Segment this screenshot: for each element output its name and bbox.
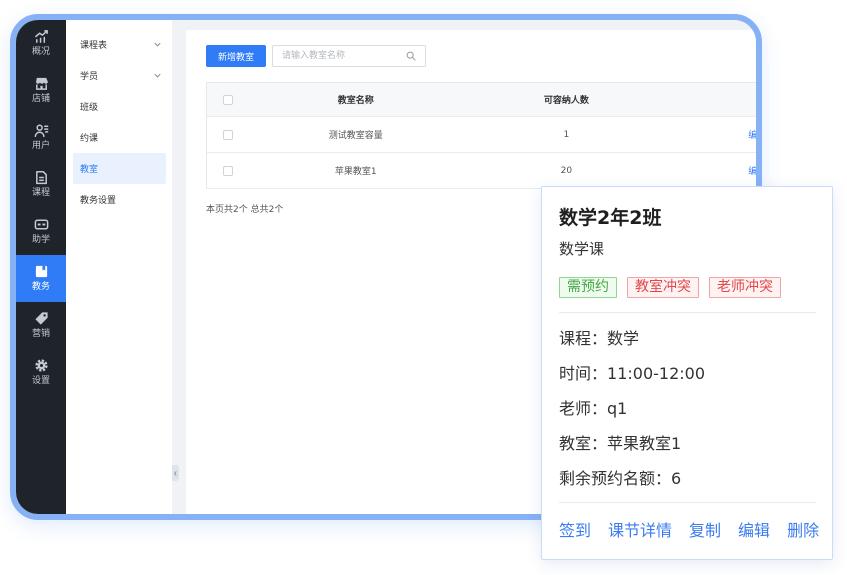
nav-item-label: 用户 — [31, 141, 50, 151]
tag-teacher-conflict: 老师冲突 — [709, 277, 781, 298]
detail-classroom: 教室：苹果教室1 — [559, 426, 705, 461]
chevron-down-icon[interactable] — [153, 71, 162, 80]
detail-label: 老师： — [559, 399, 608, 418]
subnav-item-classrooms[interactable]: 教室 — [73, 153, 166, 184]
gear-icon — [34, 358, 49, 373]
row-edit-link[interactable]: 编辑 — [670, 117, 756, 152]
table-header-row: 教室名称 可容纳人数 — [207, 83, 756, 117]
nav-item-label: 教务 — [31, 282, 50, 292]
chevron-left-icon — [173, 469, 178, 478]
chevron-down-icon[interactable] — [153, 40, 162, 49]
detail-remaining-seats: 剩余预约名额：6 — [559, 461, 705, 496]
nav-item-label: 设置 — [31, 376, 50, 386]
checkbox-cell — [207, 153, 249, 188]
detail-label: 时间： — [559, 364, 608, 383]
pagination-summary: 本页共2个 总共2个 — [206, 205, 284, 215]
column-header-capacity: 可容纳人数 — [543, 96, 589, 106]
subnav-item-label: 学员 — [80, 72, 99, 82]
lesson-detail-popup: 数学2年2班 数学课 需预约 教室冲突 老师冲突 课程：数学 时间：11:00-… — [541, 186, 833, 560]
column-header-name: 教室名称 — [337, 96, 374, 106]
nav-item-label: 概况 — [31, 47, 50, 57]
nav-item-label: 营销 — [31, 329, 50, 339]
nav-item-overview[interactable]: 概况 — [16, 20, 66, 67]
nav-item-settings[interactable]: 设置 — [16, 349, 66, 396]
nav-item-label: 店铺 — [31, 94, 50, 104]
checkbox-cell — [207, 117, 249, 152]
nav-item-shop[interactable]: 店铺 — [16, 67, 66, 114]
course-doc-icon — [34, 170, 49, 185]
detail-value: 6 — [671, 469, 682, 488]
edit-link[interactable]: 编辑 — [738, 519, 770, 543]
classroom-name-cell: 测试教室容量 — [328, 131, 383, 141]
main-sidebar: 概况 店铺 用户 课程 助学 教务 营销 设置 — [16, 20, 66, 514]
detail-label: 剩余预约名额： — [559, 469, 672, 488]
row-edit-link[interactable]: 编辑 — [670, 153, 756, 188]
classroom-search — [272, 45, 426, 67]
subnav-collapse-handle[interactable] — [172, 465, 179, 481]
subnav-item-schedule[interactable]: 课程表 — [73, 29, 166, 60]
row-checkbox[interactable] — [222, 165, 233, 176]
shop-icon — [34, 76, 49, 91]
subnav-item-label: 教务设置 — [80, 196, 117, 206]
add-classroom-button[interactable]: 新增教室 — [206, 45, 266, 67]
subnav-item-bookings[interactable]: 约课 — [73, 122, 166, 153]
capacity-cell: 20 — [560, 165, 573, 176]
nav-item-marketing[interactable]: 营销 — [16, 302, 66, 349]
copy-link[interactable]: 复制 — [689, 519, 721, 543]
lesson-actions: 签到 课节详情 复制 编辑 删除 — [559, 519, 819, 543]
detail-value: 数学 — [607, 329, 640, 348]
nav-item-courses[interactable]: 课程 — [16, 161, 66, 208]
detail-course: 课程：数学 — [559, 321, 705, 356]
subnav-item-label: 约课 — [80, 134, 99, 144]
nav-item-academic-affairs[interactable]: 教务 — [16, 255, 66, 302]
divider — [559, 312, 816, 313]
detail-label: 教室： — [559, 434, 608, 453]
nav-item-label: 助学 — [31, 235, 50, 245]
users-icon — [34, 123, 49, 138]
check-in-link[interactable]: 签到 — [559, 519, 591, 543]
row-checkbox[interactable] — [222, 129, 233, 140]
tag-icon — [34, 311, 49, 326]
classroom-name-cell: 苹果教室1 — [334, 167, 377, 177]
nav-item-users[interactable]: 用户 — [16, 114, 66, 161]
table-row: 苹果教室1 20 编辑 — [207, 153, 756, 189]
checkbox-cell — [207, 83, 249, 116]
tag-requires-booking: 需预约 — [559, 277, 617, 298]
detail-value: q1 — [607, 399, 628, 418]
lesson-details: 课程：数学 时间：11:00-12:00 老师：q1 教室：苹果教室1 剩余预约… — [559, 321, 705, 496]
subnav-item-label: 班级 — [80, 103, 99, 113]
lesson-subtitle: 数学课 — [559, 240, 605, 258]
detail-label: 课程： — [559, 329, 608, 348]
table-row: 测试教室容量 1 编辑 — [207, 117, 756, 153]
detail-teacher: 老师：q1 — [559, 391, 705, 426]
tag-classroom-conflict: 教室冲突 — [627, 277, 699, 298]
detail-time: 时间：11:00-12:00 — [559, 356, 705, 391]
classroom-table: 教室名称 可容纳人数 测试教室容量 1 编辑 苹果教室1 20 编辑 — [206, 82, 756, 189]
search-input[interactable] — [273, 46, 403, 66]
column-header-actions — [670, 83, 756, 116]
select-all-checkbox[interactable] — [222, 94, 233, 105]
subnav-item-classes[interactable]: 班级 — [73, 91, 166, 122]
search-icon[interactable] — [406, 51, 416, 61]
gamepad-icon — [34, 217, 49, 232]
subnav-item-label: 课程表 — [80, 41, 108, 51]
lesson-tags: 需预约 教室冲突 老师冲突 — [559, 277, 781, 298]
lesson-details-link[interactable]: 课节详情 — [608, 519, 672, 543]
capacity-cell: 1 — [563, 129, 570, 140]
divider — [559, 502, 816, 503]
overview-chart-icon — [34, 29, 49, 44]
subnav-item-label: 教室 — [80, 165, 99, 175]
subnav-item-academic-settings[interactable]: 教务设置 — [73, 184, 166, 215]
academic-affairs-icon — [34, 264, 49, 279]
subnav-item-students[interactable]: 学员 — [73, 60, 166, 91]
secondary-sidebar: 课程表 学员 班级 约课 教室 教务设置 — [66, 20, 172, 514]
nav-item-label: 课程 — [31, 188, 50, 198]
nav-item-study-aid[interactable]: 助学 — [16, 208, 66, 255]
lesson-title: 数学2年2班 — [559, 207, 662, 229]
detail-value: 11:00-12:00 — [607, 364, 706, 383]
detail-value: 苹果教室1 — [607, 434, 682, 453]
delete-link[interactable]: 删除 — [787, 519, 819, 543]
